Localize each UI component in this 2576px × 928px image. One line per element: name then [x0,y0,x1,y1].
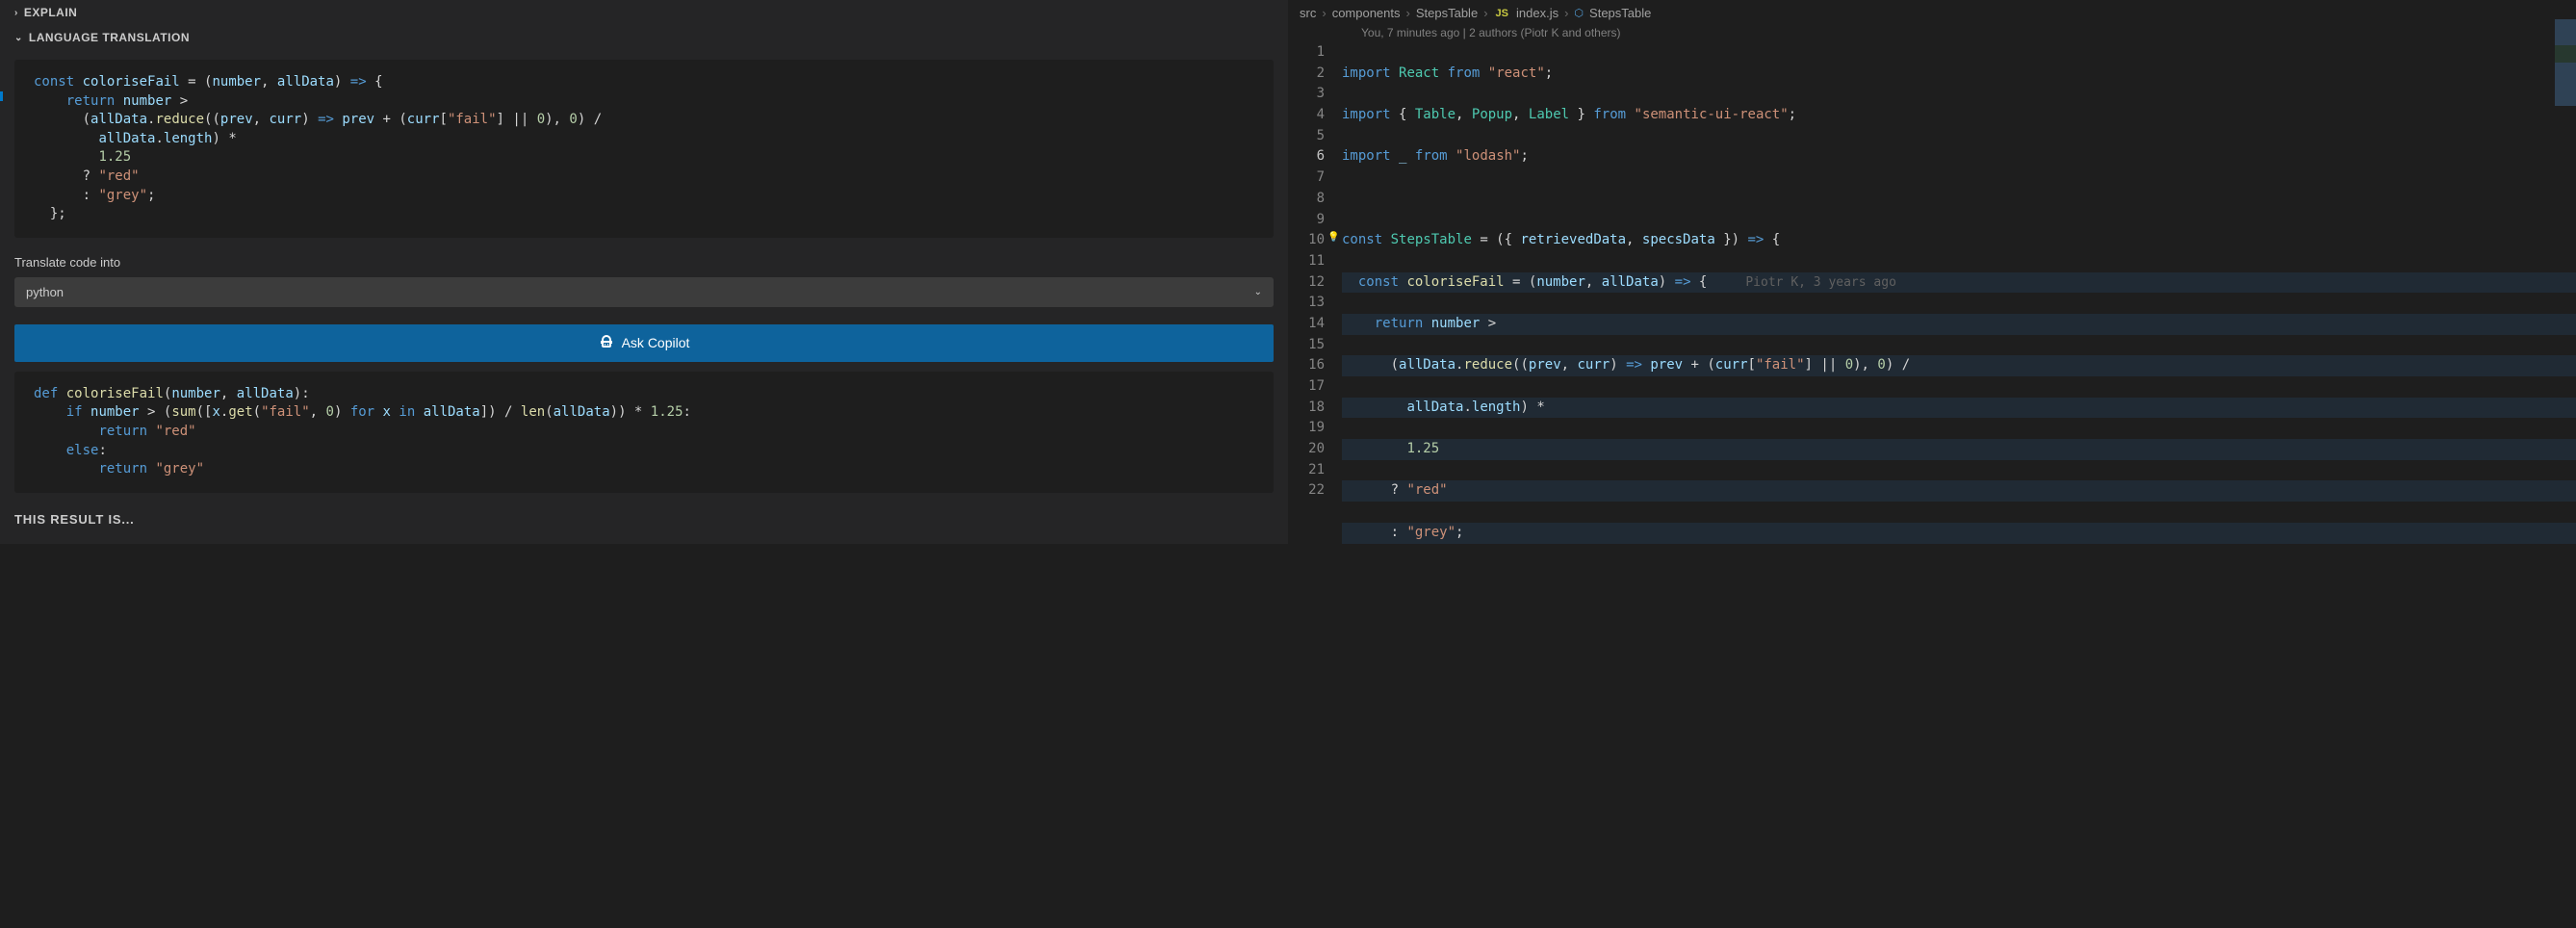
breadcrumb-item[interactable]: src [1300,6,1316,20]
breadcrumb-symbol[interactable]: StepsTable [1589,6,1651,20]
breadcrumb-separator: › [1322,6,1326,20]
result-label: THIS RESULT IS... [14,512,1274,527]
breadcrumb-file[interactable]: index.js [1516,6,1558,20]
blame-header[interactable]: You, 7 minutes ago | 2 authors (Piotr K … [1288,26,2576,42]
breadcrumb-item[interactable]: StepsTable [1416,6,1478,20]
lightbulb-icon[interactable]: 💡 [1327,230,1339,245]
section-label-explain: EXPLAIN [24,6,78,19]
ask-button-label: Ask Copilot [622,335,690,350]
section-explain[interactable]: › EXPLAIN [14,0,1274,25]
line-number-gutter: 1 2 3 4 5 6 7 8 9 10 11 12 13 14 15 16 1… [1288,42,1342,544]
change-indicator [0,91,3,101]
copilot-icon [599,334,614,352]
result-code-block: def coloriseFail(number, allData): if nu… [14,372,1274,493]
js-file-icon: JS [1494,8,1510,19]
breadcrumb-item[interactable]: components [1332,6,1401,20]
source-code-block: const coloriseFail = (number, allData) =… [14,60,1274,238]
chevron-down-icon: ⌄ [14,33,23,43]
minimap[interactable] [2555,19,2576,106]
breadcrumb-separator: › [1483,6,1487,20]
chevron-down-icon: ⌄ [1254,287,1262,297]
breadcrumb-separator: › [1406,6,1410,20]
chevron-right-icon: › [14,8,18,18]
code-content[interactable]: import React from "react"; import { Tabl… [1342,42,2576,544]
breadcrumb-separator: › [1564,6,1568,20]
translate-label: Translate code into [14,255,1274,270]
breadcrumb: src › components › StepsTable › JS index… [1288,0,2576,26]
symbol-icon: ⬡ [1574,7,1584,19]
section-translation[interactable]: ⌄ LANGUAGE TRANSLATION [14,25,1274,50]
section-label-translation: LANGUAGE TRANSLATION [29,31,190,44]
language-select[interactable]: python ⌄ [14,277,1274,307]
blame-inline[interactable]: Piotr K, 3 years ago [1707,275,1896,290]
language-select-value: python [26,285,64,299]
code-editor[interactable]: 1 2 3 4 5 6 7 8 9 10 11 12 13 14 15 16 1… [1288,42,2576,544]
ask-copilot-button[interactable]: Ask Copilot [14,324,1274,362]
